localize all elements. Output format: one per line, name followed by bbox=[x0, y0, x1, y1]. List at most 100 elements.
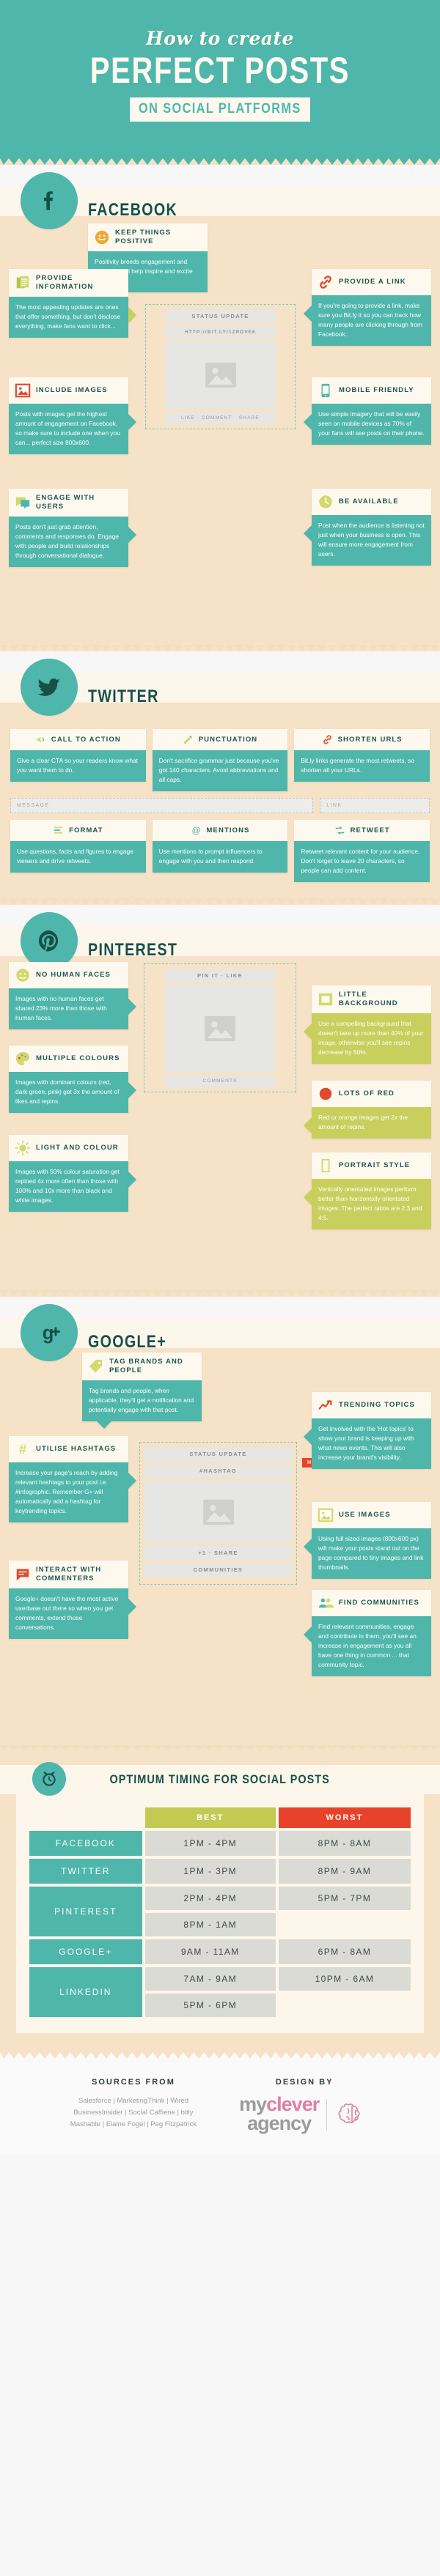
tip-card[interactable]: INCLUDE IMAGES Posts with images get the… bbox=[9, 377, 136, 455]
section-pinterest: PINTEREST PIN IT · LIKE COMMENTS NO HUMA… bbox=[0, 912, 440, 1291]
tip-card[interactable]: PORTRAIT STYLE Vertically orientated ima… bbox=[304, 1152, 431, 1230]
svg-text:g: g bbox=[43, 1323, 54, 1344]
pencil-icon bbox=[183, 734, 194, 745]
tip-header: PORTRAIT STYLE bbox=[312, 1152, 431, 1180]
tip-body: Images with dominant colours (red, dark … bbox=[9, 1072, 136, 1114]
tip-title: KEEP THINGS POSITIVE bbox=[115, 229, 172, 245]
retweet-icon bbox=[334, 825, 345, 836]
best-time: 7AM - 9AM bbox=[144, 1967, 276, 1991]
tip-body: Images with 50% colour saturation get re… bbox=[9, 1161, 136, 1213]
hashtag-icon: # bbox=[15, 1441, 31, 1457]
tip-card[interactable]: # UTILISE HASHTAGS Increase your page's … bbox=[9, 1436, 136, 1523]
background-icon bbox=[318, 991, 334, 1007]
tweet-link-field[interactable]: LINK bbox=[320, 798, 430, 814]
tweet-message-field[interactable]: MESSAGE bbox=[10, 798, 314, 814]
tip-title: MOBILE FRIENDLY bbox=[339, 386, 414, 395]
tip-header: NO HUMAN FACES bbox=[9, 962, 128, 989]
tip-card[interactable]: LIGHT AND COLOUR Images with 50% colour … bbox=[9, 1135, 136, 1213]
worst-time: 5PM - 7PM bbox=[278, 1887, 411, 1911]
facebook-tip-grid: KEEP THINGS POSITIVE Positivity breeds e… bbox=[0, 216, 440, 629]
twitter-content: CALL TO ACTION Give a clear CTA so your … bbox=[0, 703, 440, 883]
zigzag-divider-6 bbox=[0, 2052, 440, 2059]
tip-title: UTILISE HASHTAGS bbox=[36, 1445, 117, 1454]
tip-title: BE AVAILABLE bbox=[339, 497, 399, 506]
worst-time: 8PM - 8AM bbox=[278, 1831, 411, 1857]
tip-card[interactable]: PROVIDE INFORMATION The most appealing u… bbox=[9, 269, 136, 338]
worst-time: 6PM - 8AM bbox=[278, 1939, 411, 1965]
tip-card[interactable]: FORMAT Use questions, facts and figures … bbox=[10, 820, 146, 882]
svg-text:@: @ bbox=[191, 825, 200, 835]
tip-body: Use questions, facts and figures to enga… bbox=[10, 841, 146, 873]
tip-body: Increase your page's reach by adding rel… bbox=[9, 1462, 136, 1523]
tip-header: PROVIDE A LINK bbox=[312, 269, 431, 295]
tip-header: CALL TO ACTION bbox=[10, 729, 146, 750]
tip-card[interactable]: FIND COMMUNITIES Find relevant communiti… bbox=[304, 1590, 431, 1677]
twitter-icon bbox=[21, 659, 78, 716]
mock-communities: COMMUNITIES bbox=[144, 1563, 292, 1577]
myclever-logo[interactable]: myclever agency bbox=[239, 2095, 370, 2133]
tip-body: Use mentions to prompt influencers to en… bbox=[152, 841, 288, 873]
best-time: 2PM - 4PM bbox=[144, 1887, 276, 1911]
tip-card[interactable]: PROVIDE A LINK If you're going to provid… bbox=[304, 269, 431, 347]
tip-card[interactable]: TRENDING TOPICS Get involved with the 'H… bbox=[304, 1392, 431, 1470]
tip-card[interactable]: TAG BRANDS AND PEOPLE Tag brands and peo… bbox=[82, 1352, 202, 1429]
face-icon bbox=[15, 967, 31, 983]
tip-card[interactable]: RETWEET Retweet relevant content for you… bbox=[294, 820, 430, 883]
googleplus-header-band: g GOOGLE+ bbox=[0, 1304, 440, 1362]
tip-card[interactable]: ENGAGE WITH USERS Posts don't just grab … bbox=[9, 489, 136, 567]
section-twitter: TWITTER CALL TO ACTION Give a clear CTA … bbox=[0, 659, 440, 899]
tip-body: Images with no human faces get shared 23… bbox=[9, 988, 136, 1030]
logo-agency-text: agency bbox=[247, 2111, 312, 2134]
twitter-bottom-tips: FORMAT Use questions, facts and figures … bbox=[0, 820, 440, 883]
table-row: LINKEDIN 7AM - 9AM 10PM - 6AM bbox=[29, 1967, 411, 2018]
tip-header: TRENDING TOPICS bbox=[312, 1392, 431, 1419]
tip-title: NO HUMAN FACES bbox=[36, 971, 111, 980]
tip-header: PUNCTUATION bbox=[152, 729, 288, 750]
sources-column: SOURCES FROM Salesforce | MarketingThink… bbox=[70, 2078, 197, 2133]
tip-card[interactable]: PUNCTUATION Don't sacrifice grammar just… bbox=[152, 729, 288, 792]
tip-card[interactable]: INTERACT WITH COMMENTERS Google+ doesn't… bbox=[9, 1561, 136, 1639]
tip-card[interactable]: @ MENTIONS Use mentions to prompt influe… bbox=[152, 820, 288, 882]
tip-title: CALL TO ACTION bbox=[51, 735, 121, 744]
hero-main-title: PERFECT POSTS bbox=[89, 50, 351, 91]
tip-header: FIND COMMUNITIES bbox=[312, 1590, 431, 1617]
hero-subtitle: ON SOCIAL PLATFORMS bbox=[130, 97, 310, 122]
twitter-compose-mock: MESSAGE LINK bbox=[0, 791, 440, 820]
mock-pin-actions: PIN IT · LIKE bbox=[165, 969, 275, 983]
tip-card[interactable]: LITTLE BACKGROUND Use a compelling backg… bbox=[304, 985, 431, 1064]
logo-line-1: myclever bbox=[239, 2095, 320, 2114]
community-icon bbox=[318, 1595, 334, 1611]
tip-body: Retweet relevant content for your audien… bbox=[294, 841, 430, 883]
tip-card[interactable]: NO HUMAN FACES Images with no human face… bbox=[9, 962, 136, 1030]
platform-name: GOOGLE+ bbox=[29, 1939, 142, 1965]
tip-card[interactable]: SHORTEN URLS Bit.ly links generate the m… bbox=[294, 729, 430, 791]
tip-body: Tag brands and people, when applicable, … bbox=[82, 1380, 202, 1429]
tip-header: LIGHT AND COLOUR bbox=[9, 1135, 128, 1162]
tip-card[interactable]: MULTIPLE COLOURS Images with dominant co… bbox=[9, 1045, 136, 1114]
tip-title: TAG BRANDS AND PEOPLE bbox=[109, 1358, 183, 1374]
best-time-2: 5PM - 6PM bbox=[144, 1994, 276, 2018]
image-icon bbox=[318, 1507, 334, 1523]
table-row: FACEBOOK 1PM - 4PM 8PM - 8AM bbox=[29, 1831, 411, 1857]
tip-card[interactable]: USE IMAGES Using full sized images (800x… bbox=[304, 1502, 431, 1580]
googleplus-tip-grid: TAG BRANDS AND PEOPLE Tag brands and peo… bbox=[0, 1348, 440, 1729]
tip-card[interactable]: CALL TO ACTION Give a clear CTA so your … bbox=[10, 729, 146, 791]
mock-share-actions: +1 · SHARE bbox=[144, 1546, 292, 1561]
mock-image-placeholder bbox=[165, 985, 275, 1073]
pinterest-header-band: PINTEREST bbox=[0, 912, 440, 970]
table-row: PINTEREST 2PM - 4PM 5PM - 7PM bbox=[29, 1887, 411, 1937]
document-icon bbox=[15, 275, 31, 291]
platform-name: TWITTER bbox=[29, 1859, 142, 1884]
timing-table: BEST WORST FACEBOOK 1PM - 4PM 8PM - 8AM … bbox=[26, 1805, 414, 2020]
worst-time: 10PM - 6AM bbox=[278, 1967, 411, 1991]
googleplus-post-mock: STATUS UPDATE #HASHTAG +1 · SHARE COMMUN… bbox=[139, 1442, 297, 1585]
googleplus-title: GOOGLE+ bbox=[88, 1332, 167, 1352]
best-time: 1PM - 4PM bbox=[144, 1831, 276, 1857]
zigzag-divider-3 bbox=[0, 898, 440, 906]
tip-card[interactable]: BE AVAILABLE Post when the audience is l… bbox=[304, 489, 431, 566]
megaphone-icon bbox=[35, 734, 46, 745]
tip-card[interactable]: MOBILE FRIENDLY Use simple imagery that … bbox=[304, 377, 431, 445]
tip-card[interactable]: LOTS OF RED Red or orange images get 2x … bbox=[304, 1081, 431, 1139]
header-worst: WORST bbox=[278, 1807, 411, 1829]
twitter-header-band: TWITTER bbox=[0, 659, 440, 716]
